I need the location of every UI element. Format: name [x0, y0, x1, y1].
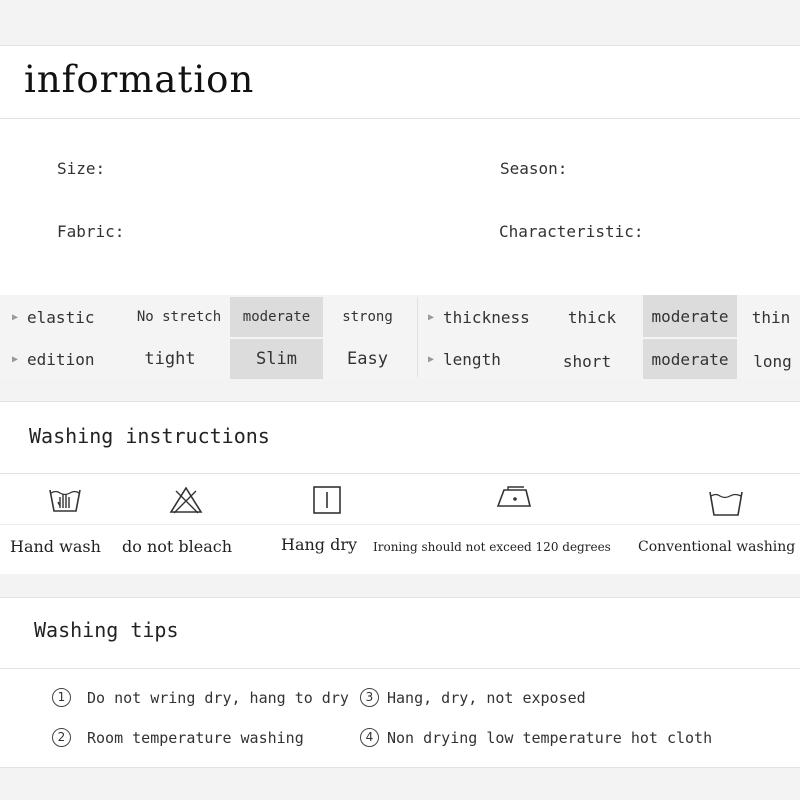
washing-tips-title: Washing tips — [34, 618, 179, 642]
wash-label-hand-wash: Hand wash — [10, 537, 101, 556]
circled-number-icon: 3 — [360, 688, 379, 707]
size-label: Size: — [57, 159, 106, 178]
circled-number-icon: 4 — [360, 728, 379, 747]
attr-label-edition: ▶ edition — [12, 349, 95, 369]
attr-option-edition-slim: Slim — [230, 339, 323, 379]
wash-label-no-bleach: do not bleach — [122, 537, 233, 556]
circled-number-icon: 1 — [52, 688, 71, 707]
attr-option-length-long: long — [753, 351, 792, 371]
triangle-right-icon: ▶ — [12, 353, 19, 365]
tip-item: 1 Do not wring dry, hang to dry — [52, 688, 349, 707]
iron-icon — [496, 486, 532, 507]
attr-option-edition-tight: tight — [144, 349, 196, 369]
attribute-divider — [417, 297, 418, 377]
tip-item: 2 Room temperature washing — [52, 728, 304, 747]
information-title: information — [24, 58, 255, 101]
tip-item: 4 Non drying low temperature hot cloth — [360, 728, 712, 747]
triangle-right-icon: ▶ — [12, 311, 19, 323]
hand-wash-icon — [49, 489, 81, 512]
attr-option-length-moderate: moderate — [643, 339, 737, 379]
attr-label-elastic: ▶ elastic — [12, 307, 95, 327]
attr-option-thickness-moderate: moderate — [643, 295, 737, 337]
attr-option-elastic-strong: strong — [342, 309, 393, 325]
tip-item: 3 Hang, dry, not exposed — [360, 688, 586, 707]
attr-option-thickness-thin: thin — [751, 307, 791, 327]
wash-label-hang-dry: Hang dry — [281, 535, 358, 554]
machine-wash-icon — [709, 491, 743, 516]
hang-dry-icon — [313, 486, 341, 514]
wash-label-ironing: Ironing should not exceed 120 degrees — [373, 540, 611, 554]
triangle-right-icon: ▶ — [428, 311, 435, 323]
circled-number-icon: 2 — [52, 728, 71, 747]
characteristic-label: Characteristic: — [499, 222, 644, 241]
triangle-right-icon: ▶ — [428, 353, 435, 365]
season-label: Season: — [500, 159, 568, 178]
attr-label-thickness: ▶ thickness — [428, 307, 530, 327]
wash-label-conventional: Conventional washing — [638, 539, 796, 555]
washing-instructions-title: Washing instructions — [29, 424, 270, 448]
attr-label-length: ▶ length — [428, 349, 501, 369]
attr-option-edition-easy: Easy — [347, 349, 388, 369]
attr-option-elastic-moderate: moderate — [230, 297, 323, 337]
attr-option-length-short: short — [562, 351, 612, 371]
no-bleach-icon — [169, 486, 203, 514]
attr-option-elastic-no-stretch: No stretch — [136, 309, 222, 325]
attr-option-thickness-thick: thick — [567, 307, 617, 327]
fabric-label: Fabric: — [57, 222, 125, 241]
